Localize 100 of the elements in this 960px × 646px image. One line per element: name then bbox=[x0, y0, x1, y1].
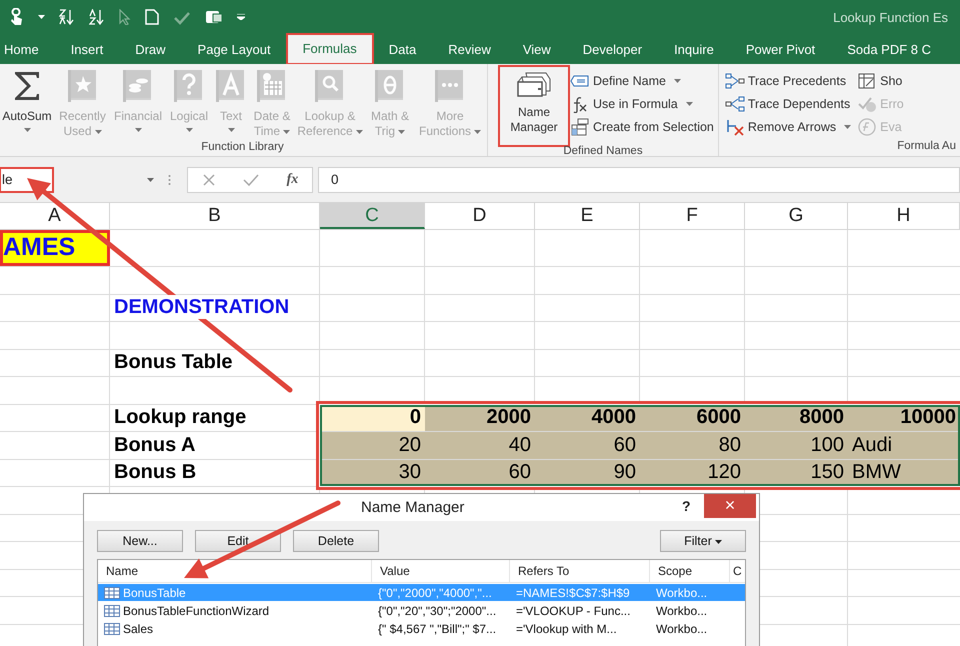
cell-text: 60 bbox=[508, 460, 531, 484]
list-row[interactable]: Sales {" $4,567 ","Bill";" $7... ='Vlookup with M... Workbo... bbox=[98, 620, 745, 637]
sort-ascending-icon[interactable] bbox=[89, 9, 105, 25]
cell-text: Audi bbox=[852, 432, 892, 456]
close-button[interactable]: × bbox=[704, 494, 756, 518]
ribbon-tab[interactable]: Review bbox=[432, 36, 507, 64]
list-row[interactable]: BonusTableFunctionWizard {"0","20","30";"2000"... ='VLOOKUP - Func... Workbo... bbox=[98, 602, 745, 619]
cell-text: 40 bbox=[508, 432, 531, 456]
cell-text: 10000 bbox=[900, 405, 956, 429]
cell-text: 8000 bbox=[800, 405, 844, 429]
ribbon-button[interactable]: AutoSum bbox=[0, 67, 54, 141]
range-cell[interactable]: Audi bbox=[848, 432, 960, 458]
list-cell-text: =NAMES!$C$7:$H$9 bbox=[515, 586, 631, 600]
ribbon-button[interactable]: Name Manager bbox=[500, 67, 568, 145]
dropdown-caret-icon[interactable] bbox=[147, 178, 154, 182]
ribbon-button[interactable]: Define Name bbox=[570, 69, 714, 92]
sort-descending-icon[interactable] bbox=[59, 9, 75, 25]
ribbon-tab[interactable]: Data bbox=[372, 36, 432, 64]
dialog-button[interactable]: Filter bbox=[660, 530, 746, 552]
ribbon-tab[interactable]: Developer bbox=[566, 36, 658, 64]
cell-text: 2000 bbox=[486, 405, 531, 429]
cell-text: DEMONSTRATION bbox=[114, 295, 290, 319]
cell-text: Lookup range bbox=[114, 405, 246, 429]
help-button[interactable]: ? bbox=[682, 498, 691, 514]
cell-text: 150 bbox=[810, 460, 844, 484]
list-cell-text: {"0","20","30";"2000"... bbox=[377, 604, 498, 618]
remove-arrows-icon bbox=[724, 118, 745, 136]
label-tag-icon bbox=[570, 74, 590, 88]
column-header[interactable]: G bbox=[745, 203, 848, 229]
new-document-icon[interactable] bbox=[145, 9, 159, 25]
list-cell-text: Workbo... bbox=[655, 622, 708, 636]
dialog-title: Name Manager bbox=[361, 499, 464, 516]
caret-icon[interactable] bbox=[38, 15, 45, 19]
trace-dependents-icon bbox=[724, 94, 745, 112]
ribbon-button[interactable]: Use in Formula bbox=[570, 92, 714, 115]
column-header[interactable]: C bbox=[730, 560, 745, 582]
table-icon bbox=[104, 586, 120, 598]
range-cell[interactable]: 40 bbox=[425, 432, 535, 458]
list-cell-text: Workbo... bbox=[655, 604, 708, 618]
trace-precedents-icon bbox=[724, 72, 745, 90]
range-cell[interactable]: 60 bbox=[535, 432, 640, 458]
window-title: Lookup Function Es bbox=[833, 10, 949, 24]
range-cell[interactable]: 20 bbox=[320, 432, 425, 458]
cell-text: Bonus A bbox=[114, 432, 196, 456]
ribbon-tab[interactable]: Inquire bbox=[658, 36, 730, 64]
cell-text: 60 bbox=[614, 432, 636, 456]
table-selection-icon bbox=[570, 118, 590, 136]
cell-text: Bonus Table bbox=[114, 350, 233, 374]
range-cell[interactable]: 80 bbox=[640, 432, 745, 458]
column-header[interactable]: A bbox=[0, 203, 110, 229]
cell-text: 80 bbox=[718, 432, 741, 456]
show-formulas-icon bbox=[857, 72, 878, 90]
cell-text: 20 bbox=[398, 432, 421, 456]
column-header[interactable]: H bbox=[848, 203, 960, 229]
column-header[interactable]: E bbox=[535, 203, 640, 229]
cell-text: 100 bbox=[810, 432, 844, 456]
range-cell[interactable]: 100 bbox=[745, 432, 848, 458]
column-header[interactable]: D bbox=[425, 203, 535, 229]
column-header[interactable]: Refers To bbox=[510, 560, 650, 582]
ribbon-button[interactable]: Remove Arrows bbox=[724, 115, 852, 138]
insert-function-button[interactable]: fx bbox=[286, 172, 298, 188]
list-cell-text: {"0","2000","4000","... bbox=[377, 586, 493, 600]
list-cell: BonusTable bbox=[123, 586, 186, 600]
ribbon-button[interactable]: Trace Dependents bbox=[724, 92, 852, 115]
ribbon-button[interactable]: Trace Precedents bbox=[724, 69, 852, 92]
ribbon-tab[interactable]: Draw bbox=[119, 36, 182, 64]
column-header[interactable]: Value bbox=[372, 560, 510, 582]
ribbon-tab[interactable]: Page Layout bbox=[182, 36, 287, 64]
list-cell: BonusTableFunctionWizard bbox=[123, 604, 270, 618]
cell-text: 6000 bbox=[696, 405, 741, 429]
touch-mode-icon[interactable] bbox=[8, 8, 24, 26]
column-header[interactable]: C bbox=[320, 203, 425, 229]
list-cell-text: ='VLOOKUP - Func... bbox=[515, 604, 632, 618]
form-icon[interactable] bbox=[205, 9, 223, 25]
formula-field[interactable]: 0 bbox=[318, 166, 960, 192]
cell-text: Bonus B bbox=[114, 460, 196, 484]
list-cell-text: ='Vlookup with M... bbox=[515, 622, 618, 636]
ribbon-button[interactable]: Create from Selection bbox=[570, 115, 714, 138]
ribbon-button[interactable]: Sho bbox=[857, 69, 904, 92]
ribbon-tab[interactable]: Insert bbox=[54, 36, 120, 64]
cell-text: 0 bbox=[410, 405, 421, 429]
dialog-button[interactable]: New... bbox=[97, 530, 183, 552]
column-header[interactable]: Scope bbox=[650, 560, 730, 582]
ribbon-tab[interactable]: Home bbox=[0, 36, 55, 64]
ribbon-tab[interactable]: Power Pivot bbox=[730, 36, 832, 64]
group-label: Formula Au bbox=[896, 140, 956, 154]
customize-menu-icon[interactable] bbox=[237, 14, 245, 20]
ribbon-tab[interactable]: Soda PDF 8 C bbox=[831, 36, 948, 64]
error-check-icon bbox=[857, 94, 878, 112]
cell-text: 30 bbox=[398, 460, 421, 484]
group-label: Defined Names bbox=[562, 145, 644, 157]
cell-text: BMW bbox=[852, 460, 901, 484]
table-icon bbox=[104, 622, 120, 634]
group-label: Function Library bbox=[200, 141, 285, 155]
dialog-button[interactable]: Delete bbox=[293, 530, 379, 552]
cell-text: 90 bbox=[614, 460, 636, 484]
ribbon-tab[interactable]: Formulas bbox=[286, 34, 373, 64]
column-header[interactable]: F bbox=[640, 203, 745, 229]
cell-text: 120 bbox=[708, 460, 741, 484]
ribbon-tab[interactable]: View bbox=[506, 36, 567, 64]
